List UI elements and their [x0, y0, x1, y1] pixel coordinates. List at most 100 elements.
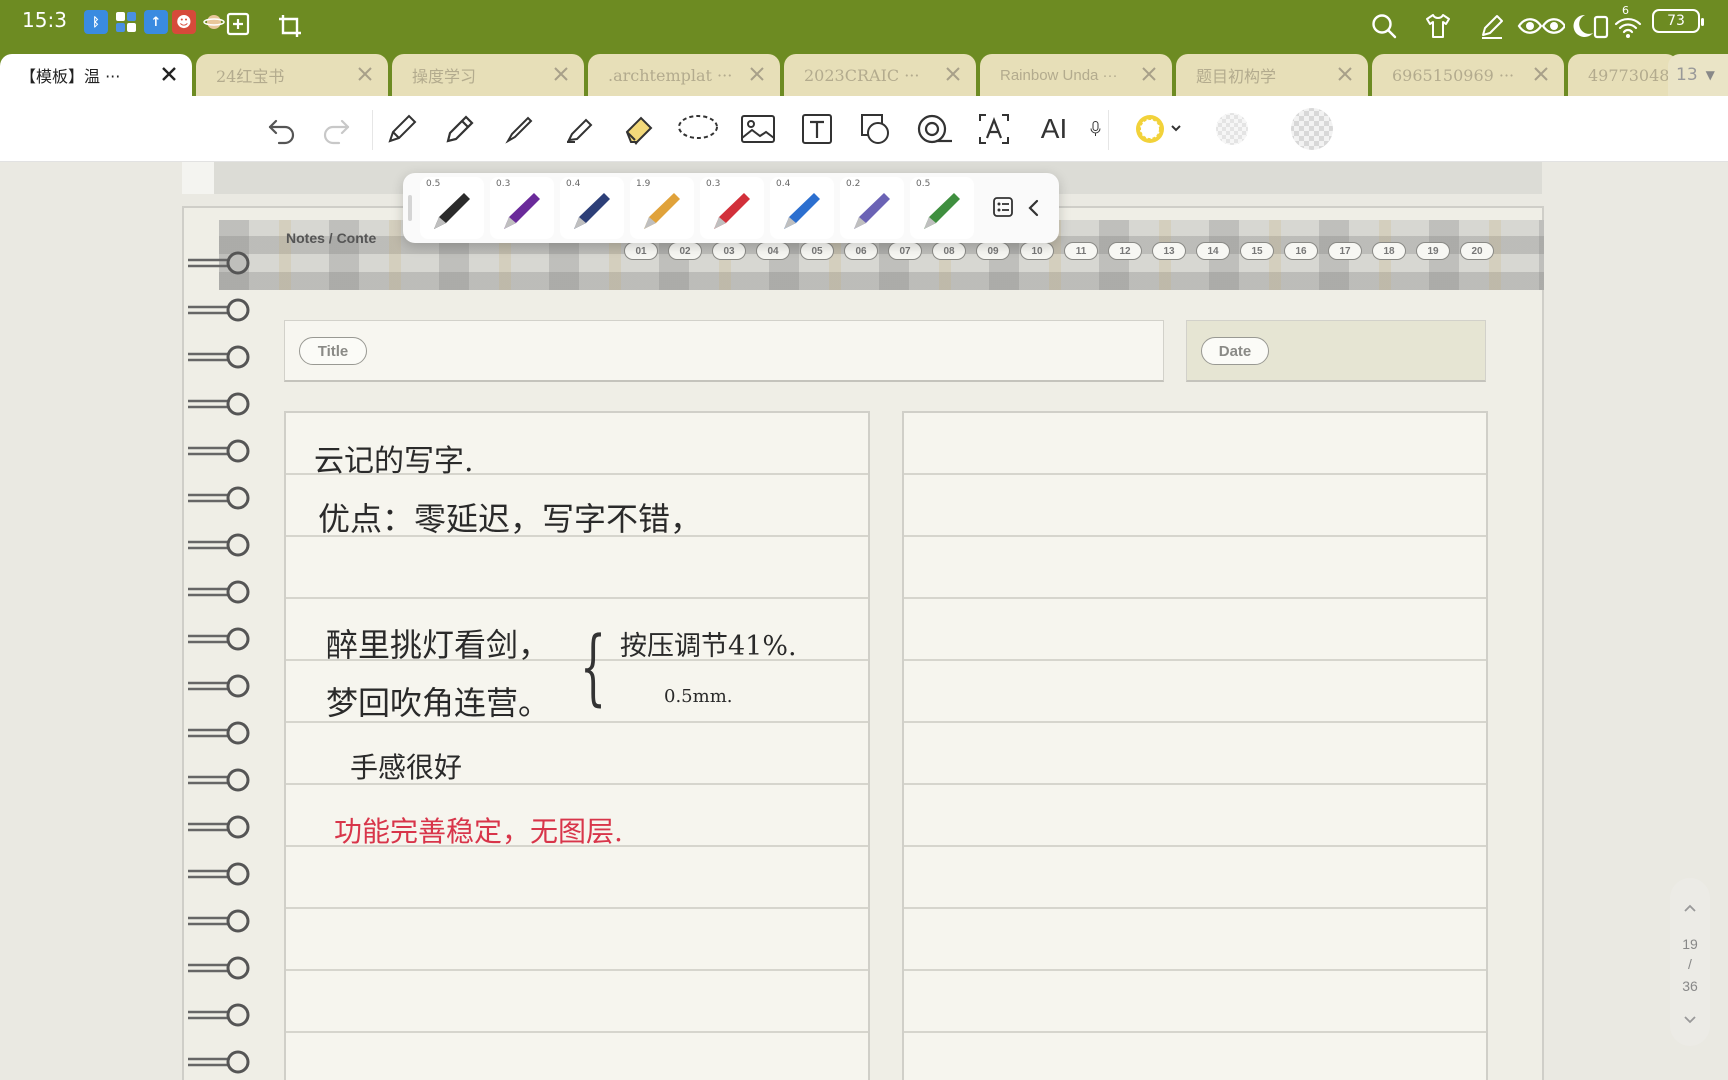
pen-preset[interactable]: 0.4: [770, 177, 834, 239]
collapse-chevron-icon[interactable]: [1025, 197, 1045, 219]
pen-preset[interactable]: 0.5: [420, 177, 484, 239]
close-icon[interactable]: [354, 63, 376, 85]
tab-item[interactable]: 6965150969 ···: [1372, 54, 1564, 96]
page-number-pill[interactable]: 05: [800, 242, 834, 260]
page-number-pill[interactable]: 19: [1416, 242, 1450, 260]
close-icon[interactable]: [158, 63, 180, 85]
pen-settings-icon[interactable]: [991, 195, 1017, 221]
close-icon[interactable]: [550, 63, 572, 85]
page-number-pill[interactable]: 14: [1196, 242, 1230, 260]
shape-icon[interactable]: [852, 105, 900, 153]
pen-preset[interactable]: 0.3: [700, 177, 764, 239]
opacity-swatch-icon[interactable]: [1208, 105, 1256, 153]
fountain-pen-icon[interactable]: [378, 105, 426, 153]
tab-item[interactable]: 24红宝书: [196, 54, 388, 96]
undo-icon[interactable]: [258, 105, 306, 153]
pen-preset[interactable]: 0.2: [840, 177, 904, 239]
search-icon[interactable]: [1368, 10, 1400, 42]
title-field[interactable]: Title: [284, 320, 1164, 382]
tab-item[interactable]: .archtemplat ···: [588, 54, 780, 96]
page-number-pill[interactable]: 13: [1152, 242, 1186, 260]
pen-preset[interactable]: 0.4: [560, 177, 624, 239]
page-number-pill[interactable]: 03: [712, 242, 746, 260]
page-number-pill[interactable]: 07: [888, 242, 922, 260]
spiral-ring: [188, 627, 250, 651]
eye-care-icon[interactable]: [1516, 10, 1566, 42]
page-number-pill[interactable]: 18: [1372, 242, 1406, 260]
text-recognition-icon[interactable]: [970, 105, 1018, 153]
close-icon[interactable]: [1334, 63, 1356, 85]
pen-preset[interactable]: 1.9: [630, 177, 694, 239]
color-picker-button[interactable]: [1126, 105, 1186, 153]
page-number-pill[interactable]: 10: [1020, 242, 1054, 260]
spiral-ring: [188, 862, 250, 886]
pen-size-label: 1.9: [636, 179, 651, 189]
redo-icon[interactable]: [312, 105, 360, 153]
microphone-icon[interactable]: [1090, 105, 1104, 153]
pen-picker-popup: 0.5 0.3 0.4 1.9 0.3 0.4 0.2 0.5: [403, 173, 1059, 243]
close-icon[interactable]: [1138, 63, 1160, 85]
page-number-pill[interactable]: 11: [1064, 242, 1098, 260]
close-icon[interactable]: [746, 63, 768, 85]
tab-item[interactable]: 49773048: [1568, 54, 1678, 96]
page-number-pill[interactable]: 17: [1328, 242, 1362, 260]
tab-item[interactable]: 题目初构学: [1176, 54, 1368, 96]
page-number-pill[interactable]: 06: [844, 242, 878, 260]
date-field[interactable]: Date: [1186, 320, 1486, 382]
chevron-up-icon[interactable]: [1682, 900, 1698, 916]
transparent-swatch-icon[interactable]: [1288, 105, 1336, 153]
tab-count-button[interactable]: 13 ▼: [1668, 54, 1728, 96]
page-number-pill[interactable]: 04: [756, 242, 790, 260]
spiral-ring: [188, 1050, 250, 1074]
spiral-ring: [188, 486, 250, 510]
spiral-ring: [188, 909, 250, 933]
tab-label: Rainbow Unda ···: [1000, 66, 1118, 84]
ballpoint-pen-icon[interactable]: [496, 105, 544, 153]
page-number-pill[interactable]: 08: [932, 242, 966, 260]
pen-size-label: 0.4: [566, 179, 581, 189]
pen-edit-icon[interactable]: [1476, 10, 1508, 42]
handwriting-line: 优点：零延迟，写字不错，: [318, 500, 703, 538]
page-number-pill[interactable]: 09: [976, 242, 1010, 260]
tab-label: 题目初构学: [1196, 67, 1277, 86]
wifi-badge: 6: [1622, 4, 1629, 17]
close-icon[interactable]: [1530, 63, 1552, 85]
shirt-icon[interactable]: [1422, 10, 1454, 42]
lasso-icon[interactable]: [674, 105, 722, 153]
marker-icon[interactable]: [556, 105, 604, 153]
page-number-pill[interactable]: 02: [668, 242, 702, 260]
tab-item[interactable]: 【模板】温 ···: [0, 54, 192, 96]
right-writing-area[interactable]: [902, 411, 1488, 1080]
eraser-icon[interactable]: [616, 105, 664, 153]
text-box-icon[interactable]: [793, 105, 841, 153]
image-icon[interactable]: [734, 105, 782, 153]
pen-icon: [504, 193, 540, 229]
tab-item[interactable]: Rainbow Unda ···: [980, 54, 1172, 96]
chevron-down-icon[interactable]: [1682, 1012, 1698, 1028]
handwriting-line: 醉里挑灯看剑，: [326, 626, 551, 664]
pen-preset[interactable]: 0.5: [910, 177, 974, 239]
page-indicator: 19 / 36: [1670, 878, 1710, 1046]
tape-icon[interactable]: [912, 105, 960, 153]
pen-size-label: 0.4: [776, 179, 791, 189]
spiral-ring: [188, 251, 250, 275]
tab-item[interactable]: 2023CRAIC ···: [784, 54, 976, 96]
pencil-icon[interactable]: [436, 105, 484, 153]
page-number-pill[interactable]: 01: [624, 242, 658, 260]
tab-item[interactable]: 操度学习: [392, 54, 584, 96]
pen-icon: [854, 193, 890, 229]
crop-icon[interactable]: [276, 12, 304, 40]
page-number-pill[interactable]: 20: [1460, 242, 1494, 260]
pen-preset[interactable]: 0.3: [490, 177, 554, 239]
tab-label: 【模板】温 ···: [20, 67, 121, 86]
new-window-icon[interactable]: [224, 10, 252, 38]
page-number-pill[interactable]: 15: [1240, 242, 1274, 260]
spiral-ring: [188, 1003, 250, 1027]
close-icon[interactable]: [942, 63, 964, 85]
drag-handle[interactable]: [408, 195, 412, 221]
ai-button[interactable]: AI: [1030, 105, 1078, 153]
spiral-ring: [188, 956, 250, 980]
title-label: Title: [299, 337, 367, 365]
page-number-pill[interactable]: 16: [1284, 242, 1318, 260]
page-number-pill[interactable]: 12: [1108, 242, 1142, 260]
